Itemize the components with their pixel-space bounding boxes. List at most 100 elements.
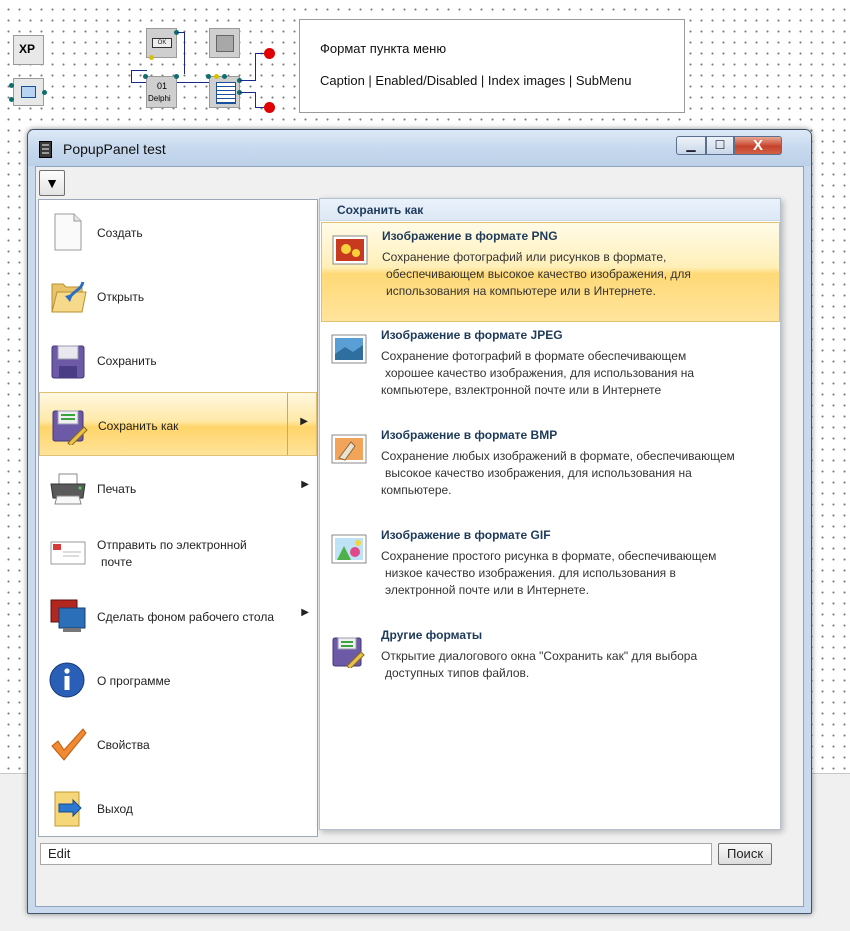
pin <box>214 74 219 79</box>
submenu-item-title: Другие форматы <box>381 628 483 642</box>
menu-item-label: Открыть <box>97 290 145 304</box>
note-title: Формат пункта меню <box>320 41 447 56</box>
ok-label: OK <box>157 40 167 46</box>
edit-field-value: Edit <box>48 846 71 861</box>
png-image-icon <box>332 235 368 265</box>
submenu-item-jpeg[interactable]: Изображение в формате JPEG Сохранение фо… <box>321 322 780 422</box>
description-line: доступных типов файлов. <box>385 666 530 680</box>
menu-item-about[interactable]: О программе <box>39 648 317 712</box>
button-component[interactable]: OK <box>146 28 177 58</box>
description-line: Сохранение простого рисунка в формате, о… <box>381 549 717 563</box>
submenu-item-description: Сохранение простого рисунка в формате, о… <box>381 548 776 599</box>
wire <box>255 92 256 108</box>
other-formats-icon <box>332 637 365 668</box>
maximize-button[interactable]: ☐ <box>706 136 734 155</box>
close-icon: X <box>752 137 763 154</box>
pin <box>222 74 227 79</box>
submenu-arrow-icon: ▶ <box>300 416 308 427</box>
menu-item-exit[interactable]: Выход <box>39 776 317 840</box>
submenu-item-other-formats[interactable]: Другие форматы Открытие диалогового окна… <box>321 622 780 722</box>
submenu-arrow-icon: ▶ <box>301 479 309 490</box>
square-shape-icon <box>216 35 234 52</box>
ok-button-mini: OK <box>152 38 172 48</box>
menu-item-label: Сохранить как <box>98 419 179 433</box>
wire <box>240 92 255 93</box>
save-as-icon <box>52 410 88 445</box>
new-document-icon <box>54 213 82 251</box>
xp-theme-component[interactable]: XP <box>13 35 44 65</box>
description-line: Сохранение фотографий в формате обеспечи… <box>381 349 687 363</box>
search-button-label: Поиск <box>726 846 764 861</box>
desktop-icon <box>50 599 86 632</box>
description-line: Сохранение фотографий или рисунков в фор… <box>382 250 667 264</box>
pin <box>9 97 14 102</box>
close-button[interactable]: X <box>734 136 782 155</box>
menu-item-print[interactable]: Печать ▶ <box>39 456 317 520</box>
submenu-item-title: Изображение в формате GIF <box>381 528 551 542</box>
search-button[interactable]: Поиск <box>718 843 772 865</box>
info-note: Формат пункта меню Caption | Enabled/Dis… <box>299 19 685 113</box>
submenu-item-description: Сохранение фотографий в формате обеспечи… <box>381 348 776 399</box>
description-line: хорошее качество изображения, для исполь… <box>385 366 695 380</box>
popup-panel-component[interactable] <box>209 76 240 108</box>
submenu-arrow-icon: ▶ <box>301 607 309 618</box>
save-disk-icon <box>51 345 85 379</box>
form-component[interactable] <box>13 78 44 106</box>
submenu-split <box>287 393 288 455</box>
title-bar[interactable]: PopupPanel test ▁ ☐ X <box>28 130 811 166</box>
menu-item-save[interactable]: Сохранить <box>39 328 317 392</box>
note-format: Caption | Enabled/Disabled | Index image… <box>320 73 632 88</box>
description-line: обеспечивающем высокое качество изображе… <box>386 267 691 281</box>
menu-item-properties[interactable]: Свойства <box>39 712 317 776</box>
email-icon <box>50 541 86 565</box>
submenu-item-description: Открытие диалогового окна "Сохранить как… <box>381 648 776 682</box>
description-line: использования на компьютере или в Интерн… <box>386 284 656 298</box>
description-line: Сохранение любых изображений в формате, … <box>381 449 735 463</box>
menu-item-label: Отправить по электронной почте <box>97 537 247 571</box>
menu-item-label: Создать <box>97 226 143 240</box>
submenu-item-gif[interactable]: Изображение в формате GIF Сохранение про… <box>321 522 780 622</box>
submenu-item-png[interactable]: Изображение в формате PNG Сохранение фот… <box>321 222 780 322</box>
description-line: низкое качество изображения. для использ… <box>385 566 676 580</box>
wire <box>255 53 256 81</box>
popup-panel-window: PopupPanel test ▁ ☐ X ▼ Создать Открыть … <box>27 129 812 914</box>
menu-item-save-as[interactable]: Сохранить как ▶ <box>39 392 317 456</box>
pin <box>42 90 47 95</box>
description-line: компьютере, взлектронной почте или в Инт… <box>381 383 662 397</box>
delphi-digits: 01 <box>157 81 168 91</box>
delphi-label: Delphi <box>148 94 171 103</box>
maximize-icon: ☐ <box>714 138 726 152</box>
output-point[interactable] <box>264 48 275 59</box>
submenu-item-title: Изображение в формате PNG <box>382 229 558 243</box>
open-folder-icon <box>51 281 87 313</box>
output-point[interactable] <box>264 102 275 113</box>
wire <box>240 80 255 81</box>
menu-item-open[interactable]: Открыть <box>39 264 317 328</box>
delphi-component[interactable]: Delphi 01 <box>146 76 177 108</box>
menu-item-label: Сделать фоном рабочего стола <box>97 610 274 624</box>
jpeg-image-icon <box>331 334 367 364</box>
window-title: PopupPanel test <box>63 141 166 157</box>
edit-field[interactable]: Edit <box>40 843 712 865</box>
description-line: высокое качество изображения, для исполь… <box>385 466 692 480</box>
menu-item-label-line2: почте <box>101 555 133 569</box>
minimize-button[interactable]: ▁ <box>676 136 706 155</box>
popup-menu: Создать Открыть Сохранить Сохранить как … <box>38 199 318 837</box>
exit-icon <box>54 791 82 827</box>
printer-icon <box>50 473 86 505</box>
menu-item-create[interactable]: Создать <box>39 200 317 264</box>
menu-item-send-email[interactable]: Отправить по электронной почте <box>39 520 317 584</box>
save-as-submenu: Сохранить как Изображение в формате PNG … <box>319 198 781 830</box>
wire <box>131 70 132 82</box>
checkmark-icon <box>51 728 87 761</box>
shape-component[interactable] <box>209 28 240 58</box>
description-line: электронной почте или в Интернете. <box>385 583 589 597</box>
submenu-item-title: Изображение в формате BMP <box>381 428 558 442</box>
menu-item-set-wallpaper[interactable]: Сделать фоном рабочего стола ▶ <box>39 584 317 648</box>
window-mini-icon <box>21 86 36 98</box>
pin <box>206 74 211 79</box>
description-line: Открытие диалогового окна "Сохранить как… <box>381 649 698 663</box>
dropdown-button[interactable]: ▼ <box>39 170 65 196</box>
pin <box>174 74 179 79</box>
submenu-item-bmp[interactable]: Изображение в формате BMP Сохранение люб… <box>321 422 780 522</box>
